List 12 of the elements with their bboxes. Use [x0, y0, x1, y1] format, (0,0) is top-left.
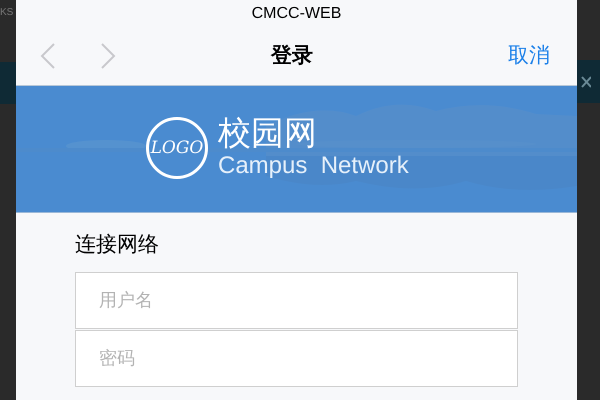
dialog-title: 登录 [271, 42, 313, 69]
banner-title: 校园网 [218, 114, 318, 152]
page-text: KS [0, 8, 14, 18]
form-heading: 连接网络 [75, 232, 160, 258]
banner-subtitle: Campus Network [218, 152, 409, 180]
banner-strip [0, 62, 16, 104]
cancel-button[interactable]: 取消 [508, 40, 550, 72]
username-field[interactable]: 用户名 [75, 272, 518, 329]
password-field[interactable]: 密码 [75, 330, 518, 387]
network-name: CMCC-WEB [252, 4, 342, 24]
close-icon[interactable] [581, 76, 591, 88]
logo-text: LOGO [150, 140, 204, 156]
